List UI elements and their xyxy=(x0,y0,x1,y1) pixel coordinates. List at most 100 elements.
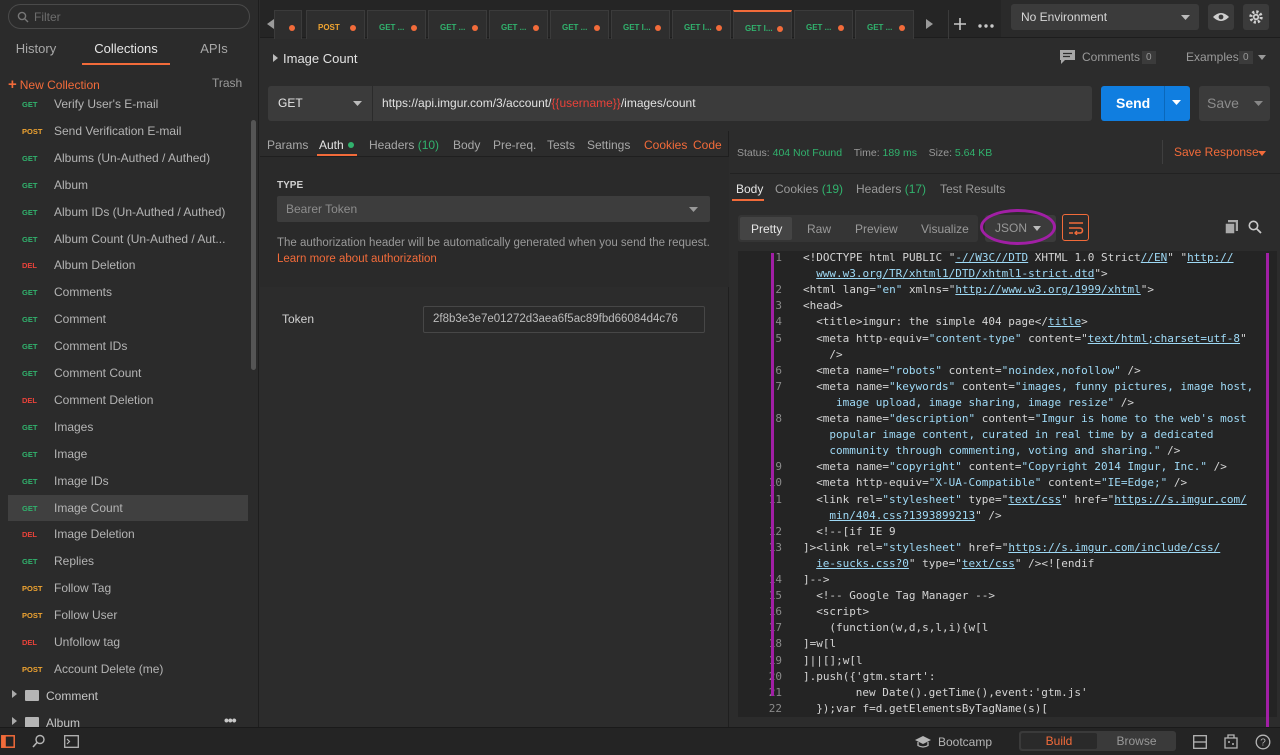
console-icon[interactable] xyxy=(64,735,79,748)
tab-settings[interactable]: Settings xyxy=(587,138,630,152)
token-value: 2f8b3e3e7e01272d3aea6f5ac89fbd66084d4c76 xyxy=(433,313,678,325)
filter-input[interactable]: Filter xyxy=(8,4,250,29)
method-select[interactable]: GET xyxy=(268,86,372,121)
collection-request-item[interactable]: POST Follow Tag xyxy=(8,575,248,601)
code-token: content= xyxy=(955,379,1015,393)
folder-more-icon[interactable]: ••• xyxy=(224,712,237,727)
code-token: " xyxy=(1240,331,1247,345)
sidebar-scrollbar[interactable] xyxy=(251,120,256,370)
collection-request-item[interactable]: POST Follow User xyxy=(8,602,248,628)
tab-prerequest[interactable]: Pre-req. xyxy=(493,138,536,152)
request-tab[interactable]: GET I... xyxy=(672,10,731,40)
comments-button[interactable]: Comments xyxy=(1082,50,1140,64)
cookie-icon[interactable] xyxy=(1223,733,1239,749)
request-tab[interactable]: GET I... xyxy=(611,10,670,40)
tab-auth[interactable]: Auth xyxy=(319,138,354,152)
chevron-down-icon[interactable] xyxy=(1258,151,1266,156)
response-tab-test-results[interactable]: Test Results xyxy=(940,182,1005,196)
collection-request-item[interactable]: GET Replies xyxy=(8,548,248,574)
collection-folder[interactable]: Comment xyxy=(8,683,248,709)
collection-request-item[interactable]: POST Account Delete (me) xyxy=(8,656,248,682)
tab-collections[interactable]: Collections xyxy=(82,41,170,56)
view-raw[interactable]: Raw xyxy=(807,222,831,236)
view-pretty[interactable]: Pretty xyxy=(751,222,782,236)
chevron-down-icon[interactable] xyxy=(1258,55,1266,60)
view-visualize[interactable]: Visualize xyxy=(921,222,969,236)
chevron-down-icon[interactable] xyxy=(1172,100,1181,105)
tab-apis[interactable]: APIs xyxy=(196,41,232,56)
response-body-viewer[interactable]: 1 <!DOCTYPE html PUBLIC "-//W3C//DTD XHTM… xyxy=(738,251,1277,717)
request-tab[interactable]: GET ... xyxy=(367,10,426,40)
new-tab-button[interactable] xyxy=(948,10,972,40)
code-line: ]=w[l xyxy=(803,637,836,650)
request-tab[interactable]: GET ... xyxy=(550,10,609,40)
collection-request-item[interactable]: GET Album Count (Un-Authed / Aut... xyxy=(8,226,248,252)
request-tab[interactable]: GET ... xyxy=(428,10,487,40)
request-tab[interactable]: GET ... xyxy=(489,10,548,40)
request-title[interactable]: Image Count xyxy=(283,51,357,66)
save-response-button[interactable]: Save Response xyxy=(1174,145,1259,159)
environment-quick-look-button[interactable] xyxy=(1208,4,1234,30)
collection-folder[interactable]: Album ••• xyxy=(8,710,248,727)
caret-right-icon[interactable] xyxy=(273,54,278,62)
search-icon[interactable] xyxy=(1248,220,1262,234)
request-tab[interactable]: GET ... xyxy=(855,10,914,40)
view-preview[interactable]: Preview xyxy=(855,222,898,236)
code-link[interactable]: Code xyxy=(693,138,722,152)
send-button[interactable]: Send xyxy=(1101,86,1190,121)
wrap-lines-button[interactable] xyxy=(1062,214,1089,241)
trash-link[interactable]: Trash xyxy=(212,76,242,90)
bootcamp-button[interactable]: Bootcamp xyxy=(938,735,992,749)
tab-history[interactable]: History xyxy=(14,41,58,56)
request-tab-overflow[interactable] xyxy=(274,10,302,40)
two-pane-icon[interactable] xyxy=(1193,735,1207,749)
auth-type-select[interactable]: Bearer Token xyxy=(277,196,710,222)
tab-body[interactable]: Body xyxy=(453,138,480,152)
learn-more-link[interactable]: Learn more about authorization xyxy=(277,253,437,265)
collection-request-item[interactable]: DEL Album Deletion xyxy=(8,252,248,278)
help-icon[interactable]: ? xyxy=(1255,734,1271,750)
find-replace-icon[interactable] xyxy=(32,734,46,749)
collection-request-item[interactable]: GET Image Count xyxy=(8,494,248,521)
url-input[interactable]: https://api.imgur.com/3/account/{{userna… xyxy=(372,86,1092,121)
tab-params[interactable]: Params xyxy=(267,138,308,152)
collection-request-item[interactable]: GET Image IDs xyxy=(8,468,248,494)
collection-request-item[interactable]: GET Images xyxy=(8,414,248,440)
tab-options-button[interactable] xyxy=(974,10,998,40)
cookies-link[interactable]: Cookies xyxy=(644,138,687,152)
collection-request-item[interactable]: GET Albums (Un-Authed / Authed) xyxy=(8,145,248,171)
request-tab[interactable]: POST xyxy=(306,10,365,40)
response-tab-body[interactable]: Body xyxy=(736,182,763,196)
collection-request-item[interactable]: DEL Image Deletion xyxy=(8,521,248,547)
toggle-sidebar-icon[interactable] xyxy=(1,735,15,748)
new-collection-button[interactable]: + New Collection xyxy=(8,76,100,93)
build-mode-button[interactable]: Build xyxy=(1021,733,1097,749)
collection-request-item[interactable]: DEL Unfollow tag xyxy=(8,629,248,655)
collection-request-item[interactable]: GET Album xyxy=(8,172,248,198)
environment-select[interactable]: No Environment xyxy=(1011,4,1199,30)
collection-request-item[interactable]: POST Send Verification E-mail xyxy=(8,118,248,144)
tab-headers[interactable]: Headers (10) xyxy=(369,138,439,152)
collection-request-item[interactable]: DEL Comment Deletion xyxy=(8,387,248,413)
collection-request-item[interactable]: GET Image xyxy=(8,441,248,467)
browse-mode-button[interactable]: Browse xyxy=(1099,733,1174,749)
save-button[interactable]: Save xyxy=(1199,86,1270,121)
collection-request-item[interactable]: GET Comment xyxy=(8,306,248,332)
token-input[interactable]: 2f8b3e3e7e01272d3aea6f5ac89fbd66084d4c76 xyxy=(423,306,705,333)
request-tab[interactable]: GET I... xyxy=(733,10,792,40)
response-tab-headers[interactable]: Headers (17) xyxy=(856,182,926,196)
response-tab-cookies[interactable]: Cookies (19) xyxy=(775,182,843,196)
collection-request-item[interactable]: GET Verify User's E-mail xyxy=(8,96,248,117)
collection-request-item[interactable]: GET Comment Count xyxy=(8,360,248,386)
collection-request-item[interactable]: GET Comment IDs xyxy=(8,333,248,359)
manage-environments-button[interactable] xyxy=(1243,4,1269,30)
collection-request-item[interactable]: GET Album IDs (Un-Authed / Authed) xyxy=(8,199,248,225)
collection-request-item[interactable]: GET Comments xyxy=(8,279,248,305)
request-tab[interactable]: GET ... xyxy=(794,10,853,40)
request-tab-label: GET ... xyxy=(867,23,893,32)
copy-icon[interactable] xyxy=(1225,220,1238,234)
code-token: https://s.imgur.com/ xyxy=(1114,492,1247,506)
scroll-right-icon[interactable] xyxy=(926,19,934,29)
tab-tests[interactable]: Tests xyxy=(547,138,575,152)
examples-button[interactable]: Examples xyxy=(1186,50,1239,64)
